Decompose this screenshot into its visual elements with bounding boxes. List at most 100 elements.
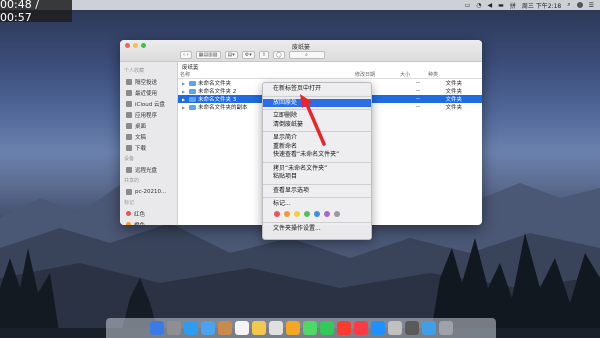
menu-item-paste[interactable]: 粘贴项目 <box>263 173 371 182</box>
toolbar: ‹ › ▦▤▥▧ ▤▾ ⚙▾ ⇧ ◯ ⌕ <box>180 51 325 59</box>
downloads-folder-icon[interactable] <box>421 321 436 335</box>
folder-icon <box>189 88 196 94</box>
input-method-icon[interactable]: 拼 <box>510 1 516 10</box>
menu-item-view-options[interactable]: 查看显示选项 <box>263 187 371 196</box>
file-size: -- <box>416 96 420 102</box>
column-headers: 名称 修改日期 大小 种类 <box>178 71 482 79</box>
airplay-icon[interactable]: ▭ <box>465 2 471 9</box>
news-icon[interactable] <box>336 321 351 335</box>
menubar-clock[interactable]: 周三 下午2:18 <box>522 1 561 10</box>
wifi-icon[interactable]: ◔ <box>476 2 481 9</box>
menu-separator <box>263 131 371 132</box>
sidebar-item-tag-orange[interactable]: 橙色 <box>120 219 177 225</box>
share-button[interactable]: ⇧ <box>258 51 269 59</box>
sidebar-section-favorites: 个人收藏 <box>124 68 145 74</box>
messages-icon[interactable] <box>302 321 317 335</box>
tag-color-dot[interactable] <box>294 211 300 217</box>
disclosure-triangle-icon[interactable]: ▶ <box>182 81 187 86</box>
menu-item-get-info[interactable]: 显示简介 <box>263 134 371 143</box>
sidebar-item-remote-disc[interactable]: 远程光盘 <box>120 164 177 175</box>
screenshot-icon[interactable] <box>404 321 419 335</box>
menu-separator <box>263 183 371 185</box>
column-size[interactable]: 大小 <box>398 71 426 78</box>
sidebar-item-recents[interactable]: 最近使用 <box>120 87 177 98</box>
sidebar-item-documents[interactable]: 文稿 <box>120 131 177 142</box>
group-button[interactable]: ▤▾ <box>224 51 238 59</box>
safari-icon[interactable] <box>183 321 198 335</box>
notes-icon[interactable] <box>251 321 266 335</box>
tag-button[interactable]: ◯ <box>272 51 285 59</box>
tag-color-dot[interactable] <box>304 211 310 217</box>
menu-item-delete-now[interactable]: 立即删除 <box>263 112 371 121</box>
sidebar-item-label: 橙色 <box>134 221 145 226</box>
menu-item-empty-trash[interactable]: 清倒废纸篓 <box>263 121 371 130</box>
photos-icon[interactable] <box>285 321 300 335</box>
mail-icon[interactable] <box>200 321 215 335</box>
trash-icon[interactable] <box>438 321 453 335</box>
spotlight-icon[interactable]: ⌕ <box>567 1 570 9</box>
sidebar-item-label: 隔空投送 <box>135 79 158 86</box>
sidebar-item-pc[interactable]: pc-20210... <box>120 186 177 197</box>
tag-color-dot[interactable] <box>274 211 280 217</box>
sidebar-item-airdrop[interactable]: 隔空投送 <box>120 76 177 87</box>
finder-icon[interactable] <box>149 321 164 335</box>
sidebar-item-label: 最近使用 <box>135 90 158 97</box>
tag-color-dot[interactable] <box>334 211 340 217</box>
volume-icon[interactable]: ◀ <box>488 2 493 9</box>
airdrop-icon <box>126 78 132 85</box>
sidebar-item-applications[interactable]: 应用程序 <box>120 109 177 120</box>
menu-item-copy[interactable]: 拷贝“未命名文件夹” <box>263 165 371 174</box>
menu-item-tags[interactable]: 标记... <box>263 200 371 209</box>
back-forward-button[interactable]: ‹ › <box>180 51 192 59</box>
disclosure-triangle-icon[interactable]: ▶ <box>182 105 187 110</box>
context-menu: 在新标签页中打开 放回原处 立即删除 清倒废纸篓 显示简介 重新命名 快速查看“… <box>262 82 372 240</box>
tag-color-dot[interactable] <box>324 211 330 217</box>
calendar-icon[interactable] <box>234 321 249 335</box>
menu-item-open-new-tab[interactable]: 在新标签页中打开 <box>263 85 371 94</box>
sidebar-item-desktop[interactable]: 桌面 <box>120 120 177 131</box>
column-name[interactable]: 名称 <box>178 71 353 78</box>
reminders-icon[interactable] <box>268 321 283 335</box>
view-mode-button[interactable]: ▦▤▥▧ <box>195 51 221 59</box>
finder-sidebar: 个人收藏 隔空投送 最近使用 iCloud 云盘 应用程序 桌面 文稿 下载 设… <box>120 62 178 225</box>
window-titlebar[interactable]: 废纸篓 ‹ › ▦▤▥▧ ▤▾ ⚙▾ ⇧ ◯ ⌕ <box>120 40 482 62</box>
action-button[interactable]: ⚙▾ <box>241 51 255 59</box>
tag-color-row <box>263 209 371 220</box>
sidebar-item-tag-red[interactable]: 红色 <box>120 208 177 219</box>
dock <box>106 318 496 338</box>
sidebar-item-label: 红色 <box>134 211 146 218</box>
cloud-icon <box>126 100 132 107</box>
sidebar-item-label: 文稿 <box>135 134 147 141</box>
menu-item-quicklook[interactable]: 快速查看“未命名文件夹” <box>263 151 371 160</box>
contacts-icon[interactable] <box>217 321 232 335</box>
siri-icon[interactable] <box>576 2 583 8</box>
sidebar-item-label: 应用程序 <box>135 112 158 119</box>
search-input[interactable]: ⌕ <box>288 51 325 59</box>
computer-icon <box>126 188 132 195</box>
red-tag-icon <box>126 211 131 216</box>
folder-icon <box>189 80 196 86</box>
column-kind[interactable]: 种类 <box>426 71 466 78</box>
music-icon[interactable] <box>353 321 368 335</box>
menu-item-rename[interactable]: 重新命名 <box>263 143 371 152</box>
menu-separator <box>263 95 371 97</box>
facetime-icon[interactable] <box>319 321 334 335</box>
disclosure-triangle-icon[interactable]: ▶ <box>182 97 187 102</box>
launchpad-icon[interactable] <box>166 321 181 335</box>
menu-item-folder-actions[interactable]: 文件夹操作设置... <box>263 225 371 234</box>
sidebar-item-downloads[interactable]: 下载 <box>120 142 177 153</box>
preferences-icon[interactable] <box>387 321 402 335</box>
column-date[interactable]: 修改日期 <box>353 71 398 78</box>
battery-icon[interactable]: ▬ <box>498 2 504 9</box>
sidebar-item-label: pc-20210... <box>135 188 167 195</box>
tag-color-dot[interactable] <box>314 211 320 217</box>
file-kind: 文件夹 <box>445 81 462 87</box>
disclosure-triangle-icon[interactable]: ▶ <box>182 89 187 94</box>
notification-center-icon[interactable]: ☰ <box>589 2 594 9</box>
menu-item-put-back[interactable]: 放回原处 <box>263 98 371 107</box>
sidebar-item-icloud[interactable]: iCloud 云盘 <box>120 98 177 109</box>
menu-separator <box>263 221 371 223</box>
appstore-icon[interactable] <box>370 321 385 335</box>
tag-color-dot[interactable] <box>284 211 290 217</box>
menu-separator <box>263 161 371 163</box>
